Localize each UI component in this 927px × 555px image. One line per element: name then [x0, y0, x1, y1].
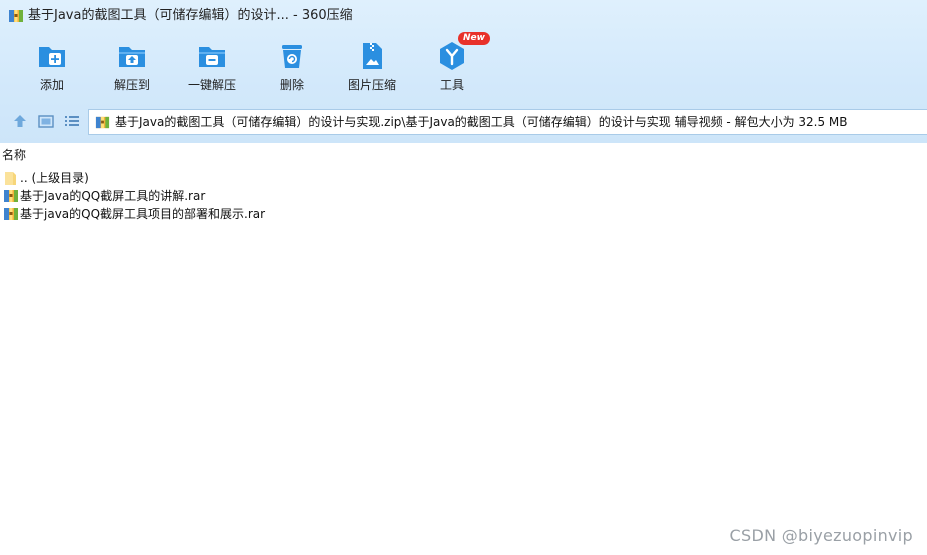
title-bar: 基于Java的截图工具（可储存编辑）的设计... - 360压缩: [0, 0, 927, 32]
address-path: 基于Java的截图工具（可储存编辑）的设计与实现.zip\基于Java的截图工具…: [115, 115, 848, 129]
window-chrome: 基于Java的截图工具（可储存编辑）的设计... - 360压缩 添加 解压到: [0, 0, 927, 143]
list-item-name: 基于java的QQ截屏工具项目的部署和展示.rar: [20, 207, 266, 221]
navigation-bar: 基于Java的截图工具（可储存编辑）的设计与实现.zip\基于Java的截图工具…: [0, 106, 927, 136]
new-badge: New: [458, 32, 490, 45]
delete-button-label: 删除: [279, 78, 304, 92]
one-click-extract-button-label: 一键解压: [187, 78, 236, 92]
list-item-name: .. (上级目录): [20, 171, 89, 185]
extract-to-icon: [119, 47, 145, 67]
list-item[interactable]: 基于Java的QQ截屏工具的讲解.rar: [2, 187, 602, 205]
tools-button-label: 工具: [439, 78, 464, 92]
up-arrow-icon[interactable]: [11, 112, 29, 130]
toolbar: 添加 解压到 一键解压 删除 图片压缩 New 工具: [0, 32, 500, 100]
list-item-parent-directory[interactable]: .. (上级目录): [2, 169, 602, 187]
file-list: 名称 .. (上级目录) 基于Java的QQ截屏工具的讲解.rar 基于java…: [0, 143, 927, 555]
archive-icon: [4, 190, 18, 202]
one-click-extract-button[interactable]: 一键解压: [172, 36, 252, 100]
column-header-name[interactable]: 名称: [2, 147, 26, 163]
app-archive-icon: [9, 10, 23, 22]
list-item[interactable]: 基于java的QQ截屏工具项目的部署和展示.rar: [2, 205, 602, 223]
image-compress-button[interactable]: 图片压缩: [332, 36, 412, 100]
extract-to-button-label: 解压到: [113, 78, 150, 92]
tools-button[interactable]: New 工具: [412, 32, 492, 100]
delete-button[interactable]: 删除: [252, 36, 332, 100]
list-item-name: 基于Java的QQ截屏工具的讲解.rar: [20, 189, 206, 203]
one-click-extract-icon: [199, 47, 225, 67]
extract-to-button[interactable]: 解压到: [92, 36, 172, 100]
list-view-icon[interactable]: [63, 112, 81, 130]
folder-icon: [5, 172, 16, 185]
watermark: CSDN @biyezuopinvip: [729, 526, 913, 545]
add-button-label: 添加: [39, 78, 64, 92]
address-bar[interactable]: 基于Java的截图工具（可储存编辑）的设计与实现.zip\基于Java的截图工具…: [88, 109, 927, 135]
image-compress-icon: [363, 43, 382, 69]
view-mode-icon[interactable]: [37, 112, 55, 130]
archive-icon: [95, 116, 110, 129]
image-compress-button-label: 图片压缩: [347, 78, 396, 92]
delete-icon: [282, 45, 302, 68]
window-title: 基于Java的截图工具（可储存编辑）的设计... - 360压缩: [28, 8, 353, 23]
archive-icon: [4, 208, 18, 220]
add-button[interactable]: 添加: [12, 36, 92, 100]
add-folder-icon: [39, 47, 65, 67]
